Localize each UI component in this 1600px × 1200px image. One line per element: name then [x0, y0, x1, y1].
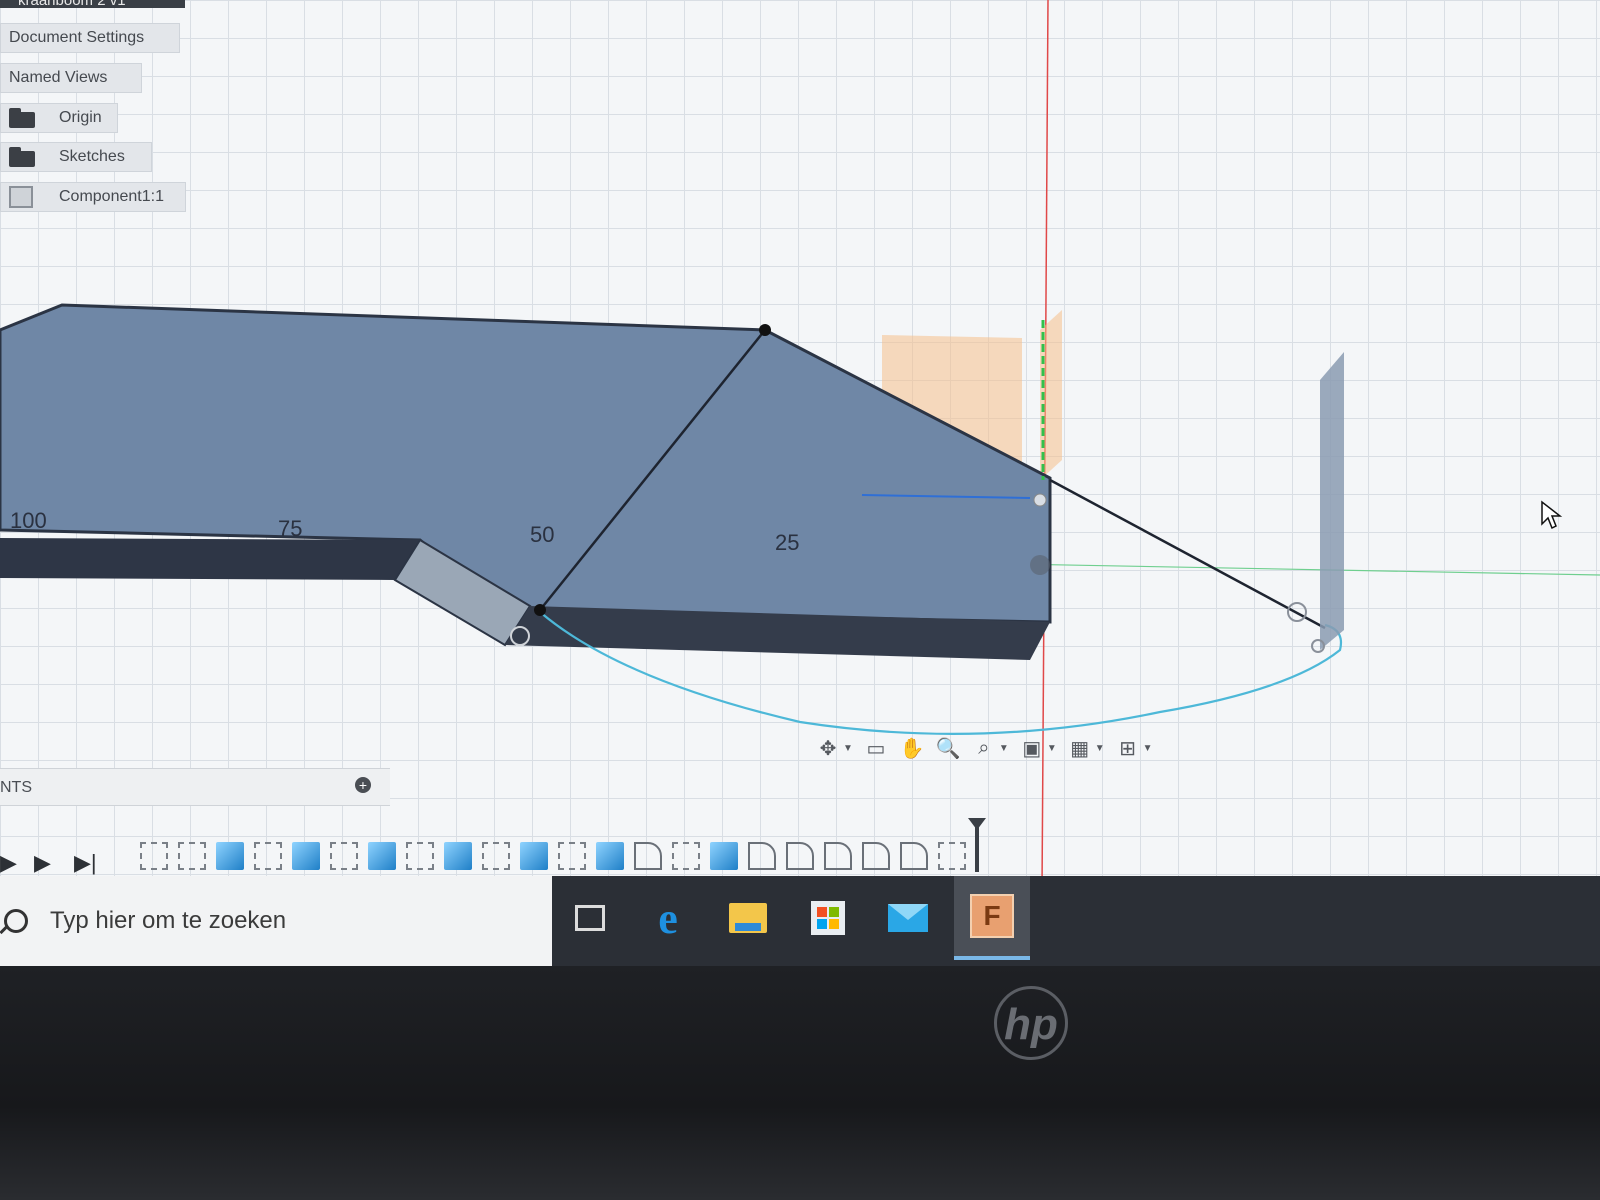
ruler-label-50: 50 — [530, 522, 554, 547]
hp-logo: hp — [994, 986, 1068, 1060]
task-view-button[interactable] — [562, 890, 618, 946]
fit-icon[interactable]: ⌕ — [971, 735, 997, 761]
sketch-line[interactable] — [1049, 478, 1326, 630]
sketch-point[interactable] — [534, 604, 546, 616]
timeline-fillet-icon[interactable] — [862, 842, 890, 870]
taskbar: Typ hier om te zoeken e F — [0, 876, 1600, 966]
search-box[interactable]: Typ hier om te zoeken — [0, 876, 552, 966]
tree-node-origin[interactable]: Origin — [0, 103, 118, 133]
zoom-icon[interactable]: 🔍 — [935, 735, 961, 761]
model-viewport[interactable]: 100 75 50 25 — [0, 0, 1600, 890]
edge-icon: e — [658, 893, 678, 943]
orbit-icon[interactable]: ✥ — [815, 735, 841, 761]
tree-node-label: Document Settings — [9, 29, 145, 46]
laptop-bezel — [0, 966, 1600, 1200]
chevron-down-icon[interactable]: ▼ — [999, 743, 1009, 754]
pan-icon[interactable]: ✋ — [899, 735, 925, 761]
tree-node-label: Sketches — [59, 148, 125, 165]
timeline-extrude-icon[interactable] — [216, 842, 244, 870]
search-icon — [4, 909, 28, 933]
timeline-extrude-icon[interactable] — [596, 842, 624, 870]
timeline-extrude-icon[interactable] — [292, 842, 320, 870]
document-title[interactable]: kraanboom 2 v1 — [0, 0, 185, 8]
search-placeholder: Typ hier om te zoeken — [50, 907, 287, 934]
timeline-fillet-icon[interactable] — [748, 842, 776, 870]
sketch-point[interactable] — [759, 324, 771, 336]
cad-screen: 100 75 50 25 kraanboom 2 v1 Document Set… — [0, 0, 1600, 890]
fusion-icon: F — [970, 894, 1014, 938]
mouse-cursor-icon — [1541, 500, 1563, 530]
ruler-label-25: 25 — [775, 530, 799, 555]
edge-button[interactable]: e — [640, 890, 696, 946]
chevron-down-icon[interactable]: ▼ — [1047, 743, 1057, 754]
timeline-sketch-icon[interactable] — [558, 842, 586, 870]
timeline-sketch-icon[interactable] — [938, 842, 966, 870]
chevron-down-icon[interactable]: ▼ — [1095, 743, 1105, 754]
file-explorer-button[interactable] — [720, 890, 776, 946]
tree-node-document-settings[interactable]: Document Settings — [0, 23, 180, 53]
timeline-fillet-icon[interactable] — [786, 842, 814, 870]
component-icon — [9, 186, 33, 208]
timeline-fillet-icon[interactable] — [824, 842, 852, 870]
store-button[interactable] — [800, 890, 856, 946]
store-icon — [811, 901, 845, 935]
tree-node-label: Origin — [59, 109, 102, 126]
timeline-sketch-icon[interactable] — [482, 842, 510, 870]
folder-icon — [9, 147, 37, 167]
boom-underside — [0, 538, 420, 580]
grid-icon[interactable]: ▦ — [1067, 735, 1093, 761]
look-at-icon[interactable]: ▭ — [863, 735, 889, 761]
tree-node-named-views[interactable]: Named Views — [0, 63, 142, 93]
timeline-extrude-icon[interactable] — [710, 842, 738, 870]
timeline-sketch-icon[interactable] — [330, 842, 358, 870]
mail-button[interactable] — [880, 890, 936, 946]
timeline-sketch-icon[interactable] — [140, 842, 168, 870]
play-icon[interactable]: ▶ — [0, 850, 17, 876]
go-to-end-icon[interactable]: ▶| — [74, 850, 97, 876]
chevron-down-icon[interactable]: ▼ — [1143, 743, 1153, 754]
tree-node-component[interactable]: Component1:1 — [0, 182, 186, 212]
chevron-down-icon[interactable]: ▼ — [843, 743, 853, 754]
components-panel: NTS + — [0, 768, 390, 806]
viewports-icon[interactable]: ⊞ — [1115, 735, 1141, 761]
file-explorer-icon — [729, 903, 767, 933]
tree-node-label: Named Views — [9, 69, 108, 86]
timeline-sketch-icon[interactable] — [178, 842, 206, 870]
timeline-fillet-icon[interactable] — [900, 842, 928, 870]
fusion-button[interactable]: F — [954, 876, 1030, 960]
ruler-label-75: 75 — [278, 516, 302, 541]
navigation-bar: ✥ ▼ ▭ ✋ 🔍 ⌕ ▼ ▣ ▼ ▦ ▼ ⊞ ▼ — [815, 735, 1153, 761]
components-panel-label: NTS — [0, 779, 32, 796]
plate[interactable] — [1320, 352, 1344, 650]
add-icon[interactable]: + — [355, 777, 371, 793]
folder-icon — [9, 108, 37, 128]
ruler-label-100: 100 — [10, 508, 47, 533]
timeline-marker[interactable] — [968, 818, 986, 872]
task-view-icon — [575, 905, 605, 931]
sketch-point[interactable] — [1033, 493, 1047, 507]
timeline-extrude-icon[interactable] — [444, 842, 472, 870]
tree-node-sketches[interactable]: Sketches — [0, 142, 152, 172]
timeline-sketch-icon[interactable] — [672, 842, 700, 870]
step-forward-icon[interactable]: ▶ — [34, 850, 51, 876]
timeline-extrude-icon[interactable] — [520, 842, 548, 870]
origin-point[interactable] — [1030, 555, 1050, 575]
timeline-extrude-icon[interactable] — [368, 842, 396, 870]
timeline-sketch-icon[interactable] — [254, 842, 282, 870]
tree-node-label: Component1:1 — [59, 188, 164, 205]
timeline-fillet-corner-icon[interactable] — [634, 842, 662, 870]
display-settings-icon[interactable]: ▣ — [1019, 735, 1045, 761]
timeline-sketch-icon[interactable] — [406, 842, 434, 870]
mail-icon — [888, 904, 928, 932]
